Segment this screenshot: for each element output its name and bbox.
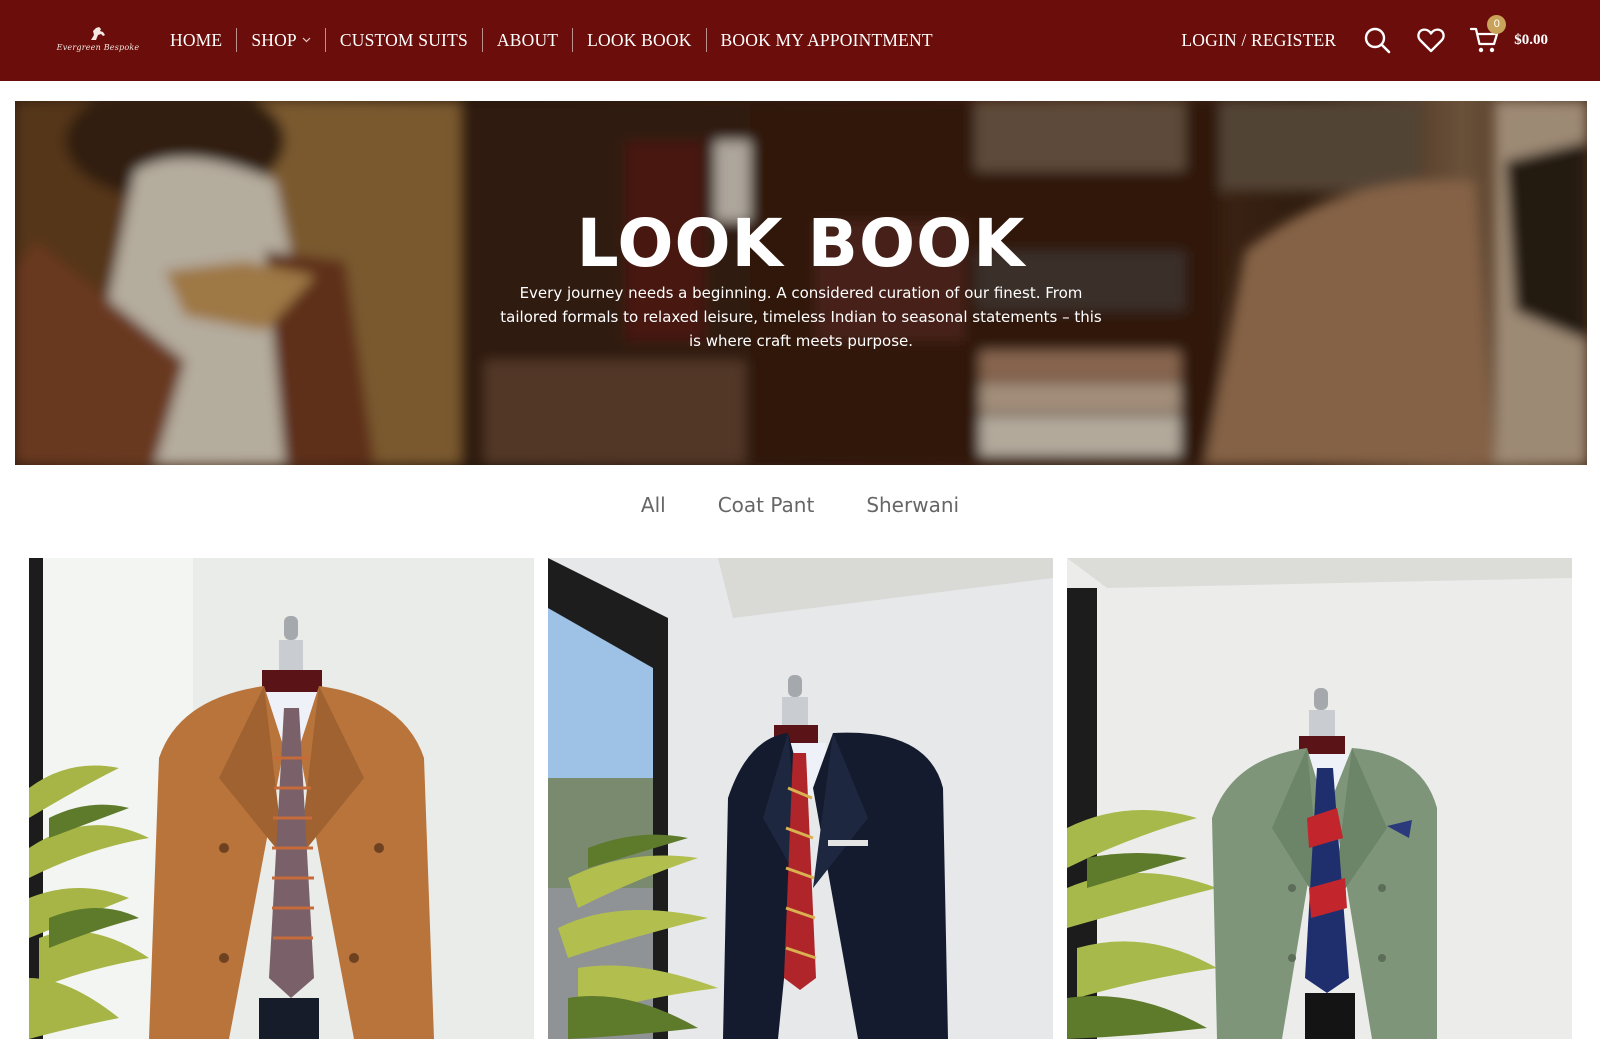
nav-book-appointment[interactable]: BOOK MY APPOINTMENT [707, 26, 947, 54]
filter-tab-coat-pant[interactable]: Coat Pant [692, 489, 841, 521]
filter-tab-all[interactable]: All [615, 489, 692, 521]
nav-custom-suits[interactable]: CUSTOM SUITS [326, 26, 482, 54]
search-icon[interactable] [1362, 25, 1392, 55]
login-register-link[interactable]: LOGIN / REGISTER [1181, 30, 1336, 51]
lookbook-gallery [29, 558, 1573, 1039]
header-actions: LOGIN / REGISTER 0 $0.00 [1181, 15, 1548, 60]
main-nav: HOME SHOP CUSTOM SUITS ABOUT LOOK BOOK B… [156, 26, 947, 54]
lookbook-filter-tabs: All Coat Pant Sherwani [0, 489, 1600, 521]
nav-shop-label: SHOP [251, 30, 297, 50]
nav-look-book[interactable]: LOOK BOOK [573, 26, 705, 54]
look-book-hero: LOOK BOOK Every journey needs a beginnin… [15, 101, 1587, 465]
green-suit-photo [1067, 558, 1572, 1039]
navy-blazer-photo [548, 558, 1053, 1039]
cart-total[interactable]: $0.00 [1514, 32, 1548, 49]
tan-suit-photo [29, 558, 534, 1039]
cart-count-badge: 0 [1487, 15, 1507, 34]
filter-tab-sherwani[interactable]: Sherwani [840, 489, 985, 521]
nav-home[interactable]: HOME [156, 26, 236, 54]
site-logo[interactable]: Evergreen Bespoke [57, 22, 139, 56]
lookbook-item-tan-suit[interactable] [29, 558, 534, 1039]
page-title: LOOK BOOK [576, 205, 1026, 282]
site-header: Evergreen Bespoke HOME SHOP CUSTOM SUITS… [0, 0, 1600, 81]
logo-wordmark: Evergreen Bespoke [56, 43, 140, 52]
horse-logo-icon [91, 27, 105, 40]
chevron-down-icon [302, 37, 311, 43]
hero-description: Every journey needs a beginning. A consi… [500, 284, 1102, 350]
cart-icon[interactable]: 0 [1470, 15, 1507, 55]
lookbook-item-green-suit[interactable] [1067, 558, 1572, 1039]
heart-icon[interactable] [1416, 25, 1446, 55]
nav-shop[interactable]: SHOP [237, 26, 325, 54]
lookbook-item-navy-blazer[interactable] [548, 558, 1053, 1039]
nav-about[interactable]: ABOUT [483, 26, 572, 54]
